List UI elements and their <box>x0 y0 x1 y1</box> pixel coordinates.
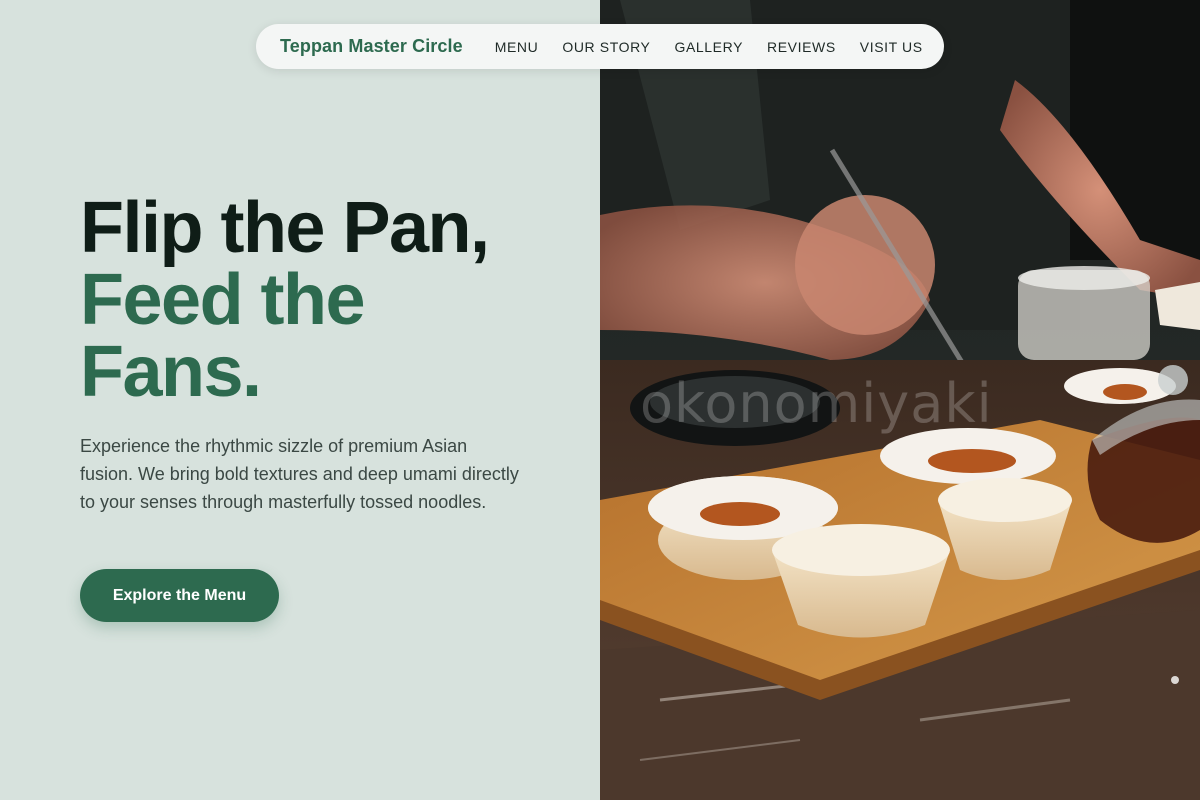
hero-headline: Flip the Pan, Feed the Fans. <box>80 188 490 412</box>
nav-link-visit-us[interactable]: VISIT US <box>860 39 923 55</box>
nav-links: MENU OUR STORY GALLERY REVIEWS VISIT US <box>495 39 923 55</box>
headline-line-1: Flip the Pan, <box>80 188 490 268</box>
headline-line-2: Feed the <box>80 260 366 340</box>
nav-link-gallery[interactable]: GALLERY <box>674 39 743 55</box>
nav-link-menu[interactable]: MENU <box>495 39 539 55</box>
headline-line-3: Fans. <box>80 332 262 412</box>
hero-photo: okonomiyaki <box>600 0 1200 800</box>
photo-watermark: okonomiyaki <box>640 372 993 435</box>
brand-logo[interactable]: Teppan Master Circle <box>280 36 463 57</box>
top-navigation: Teppan Master Circle MENU OUR STORY GALL… <box>256 24 944 69</box>
nav-link-reviews[interactable]: REVIEWS <box>767 39 836 55</box>
explore-menu-button[interactable]: Explore the Menu <box>80 569 279 622</box>
nav-link-our-story[interactable]: OUR STORY <box>562 39 650 55</box>
hero-description: Experience the rhythmic sizzle of premiu… <box>80 436 519 512</box>
